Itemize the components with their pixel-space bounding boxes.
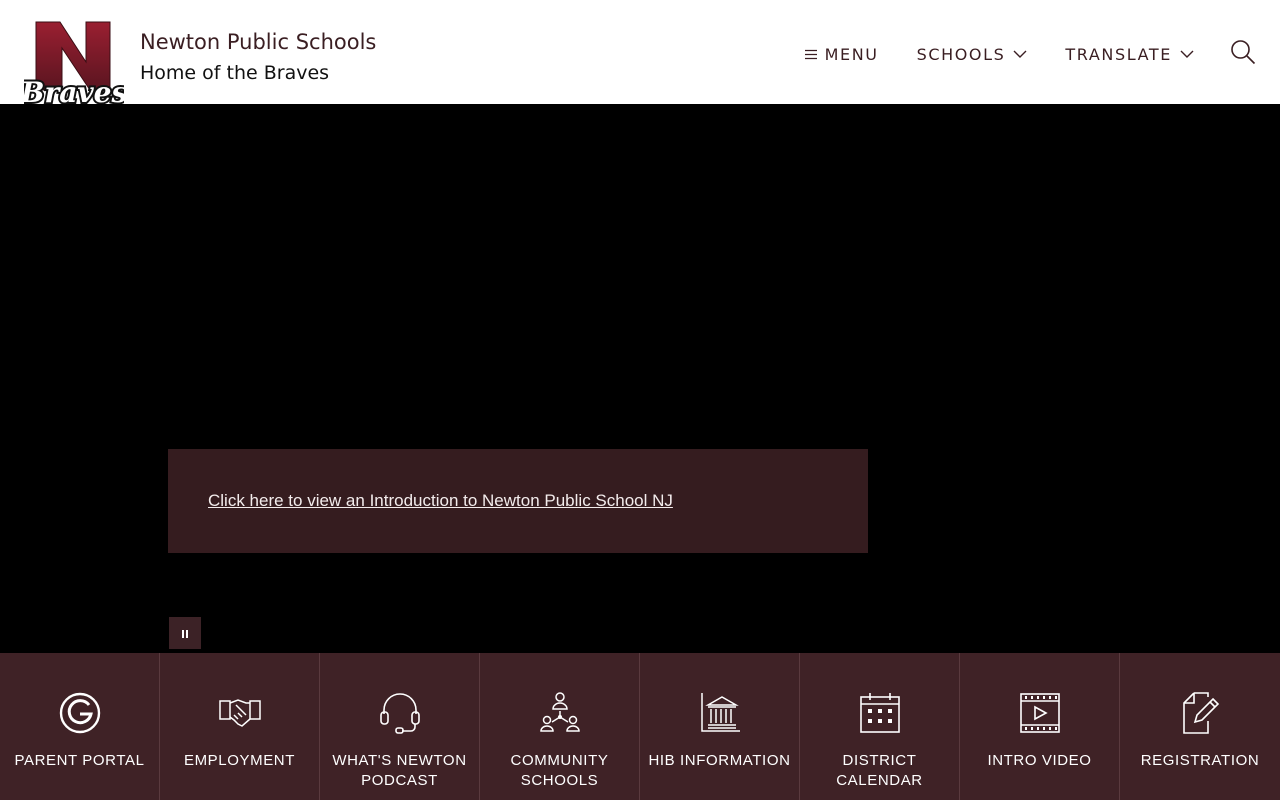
community-icon [538, 691, 582, 735]
translate-dropdown[interactable]: TRANSLATE [1065, 45, 1194, 64]
quicklink-label: COMMUNITY SCHOOLS [510, 752, 609, 789]
site-title: Newton Public Schools Home of the Braves [140, 28, 376, 88]
menu-button[interactable]: MENU [804, 44, 879, 64]
main-nav: MENU SCHOOLS TRANSLATE [804, 39, 1256, 69]
search-button[interactable] [1230, 39, 1256, 69]
pause-button[interactable] [169, 617, 201, 649]
quicklink-intro-video[interactable]: INTRO VIDEO [960, 653, 1120, 800]
menu-label: MENU [824, 44, 879, 64]
quicklink-label: INTRO VIDEO [987, 752, 1092, 769]
quick-links: PARENT PORTAL EMPLOYMENT WHAT'S NEWTONP [0, 653, 1280, 800]
video-icon [1018, 691, 1062, 735]
bank-building-icon [698, 691, 742, 735]
quicklink-employment[interactable]: EMPLOYMENT [160, 653, 320, 800]
quicklink-parent-portal[interactable]: PARENT PORTAL [0, 653, 160, 800]
headset-icon [378, 691, 422, 735]
hamburger-icon [804, 49, 817, 60]
quicklink-label: EMPLOYMENT [183, 752, 295, 769]
quicklink-label: DISTRICT CALENDAR [836, 752, 923, 789]
quicklink-registration[interactable]: REGISTRATION [1120, 653, 1280, 800]
schools-dropdown[interactable]: SCHOOLS [917, 45, 1028, 64]
site-name[interactable]: Newton Public Schools [140, 28, 376, 56]
search-icon [1230, 39, 1256, 69]
quicklink-label: REGISTRATION [1140, 752, 1260, 769]
quicklink-label: WHAT'S NEWTON PODCAST [332, 752, 467, 789]
pause-icon [180, 624, 190, 643]
quicklink-label: HIB INFORMATION [648, 752, 791, 769]
quicklink-label: PARENT PORTAL [14, 752, 145, 769]
edit-document-icon [1178, 691, 1222, 735]
braves-logo-icon: Braves [18, 21, 129, 111]
chevron-down-icon [1013, 50, 1027, 58]
chevron-down-icon [1180, 50, 1194, 58]
quicklink-hib-information[interactable]: HIB INFORMATION [640, 653, 800, 800]
quicklink-podcast[interactable]: WHAT'S NEWTON PODCAST [320, 653, 480, 800]
calendar-icon [858, 691, 902, 735]
translate-label: TRANSLATE [1065, 44, 1172, 64]
quicklink-district-calendar[interactable]: DISTRICT CALENDAR [800, 653, 960, 800]
intro-video-link[interactable]: Click here to view an Introduction to Ne… [208, 491, 673, 511]
site-tagline: Home of the Braves [140, 62, 330, 84]
schools-label: SCHOOLS [916, 44, 1006, 64]
intro-callout: Click here to view an Introduction to Ne… [168, 449, 868, 553]
handshake-icon [218, 691, 262, 735]
genesis-g-icon [58, 691, 102, 735]
hero-video: Click here to view an Introduction to Ne… [0, 104, 1280, 653]
site-header: Braves Newton Public Schools Home of the… [0, 0, 1280, 111]
quicklink-community-schools[interactable]: COMMUNITY SCHOOLS [480, 653, 640, 800]
district-logo[interactable]: Braves [18, 18, 129, 114]
